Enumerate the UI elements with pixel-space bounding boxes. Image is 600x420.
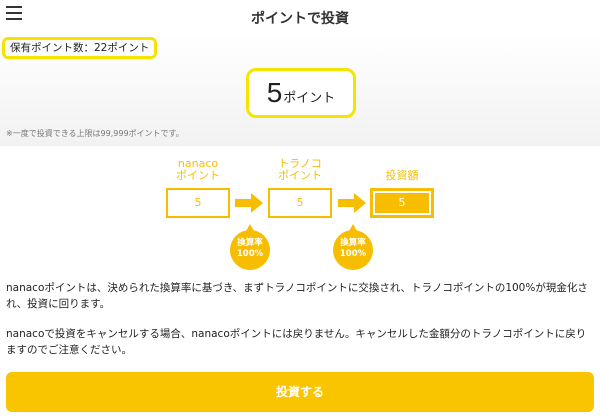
invest-button[interactable]: 投資する	[6, 372, 594, 412]
conversion-rate-title: 換算率	[237, 238, 263, 248]
conversion-description: nanacoポイントは、決められた換算率に基づき、まずトラノコポイントに交換され…	[6, 282, 588, 310]
header: ポイントで投資	[0, 0, 600, 34]
point-amount-value: 5	[266, 77, 283, 108]
conversion-rate-value: 100%	[236, 249, 264, 259]
cancel-notice: nanacoで投資をキャンセルする場合、nanacoポイントには戻りません。キャ…	[6, 328, 587, 356]
owned-points-label: 保有ポイント数：22ポイント	[2, 37, 158, 59]
page-title: ポイントで投資	[251, 11, 349, 27]
arrow-right-icon	[235, 193, 263, 213]
conversion-rate-badge: 換算率 100%	[230, 224, 270, 270]
arrow-right-icon	[338, 193, 366, 213]
point-amount-input[interactable]: 5ポイント	[246, 68, 356, 118]
nanaco-point-label: nanaco ポイント	[166, 158, 230, 182]
invest-amount-label: 投資額	[385, 169, 419, 182]
conversion-rate-title: 換算率	[340, 238, 366, 248]
point-entry-area: 保有ポイント数：22ポイント 5ポイント ※一度で投資できる上限は99,999ポ…	[0, 34, 600, 146]
conversion-flow: nanaco ポイント 5 トラノコ ポイント 5 投資額 5 換算率 100%…	[0, 146, 600, 270]
invest-amount-box: 5	[370, 188, 434, 218]
conversion-rate-badge: 換算率 100%	[333, 224, 373, 270]
conversion-rate-value: 100%	[339, 249, 367, 259]
nanaco-point-label-line2: ポイント	[176, 169, 220, 182]
toranoko-point-box: 5	[268, 188, 332, 218]
nanaco-point-box: 5	[166, 188, 230, 218]
point-amount-unit: ポイント	[283, 91, 336, 106]
limit-note: ※一度で投資できる上限は99,999ポイントです。	[6, 129, 184, 138]
toranoko-point-label-line2: ポイント	[278, 169, 322, 182]
toranoko-point-label: トラノコ ポイント	[268, 158, 332, 182]
